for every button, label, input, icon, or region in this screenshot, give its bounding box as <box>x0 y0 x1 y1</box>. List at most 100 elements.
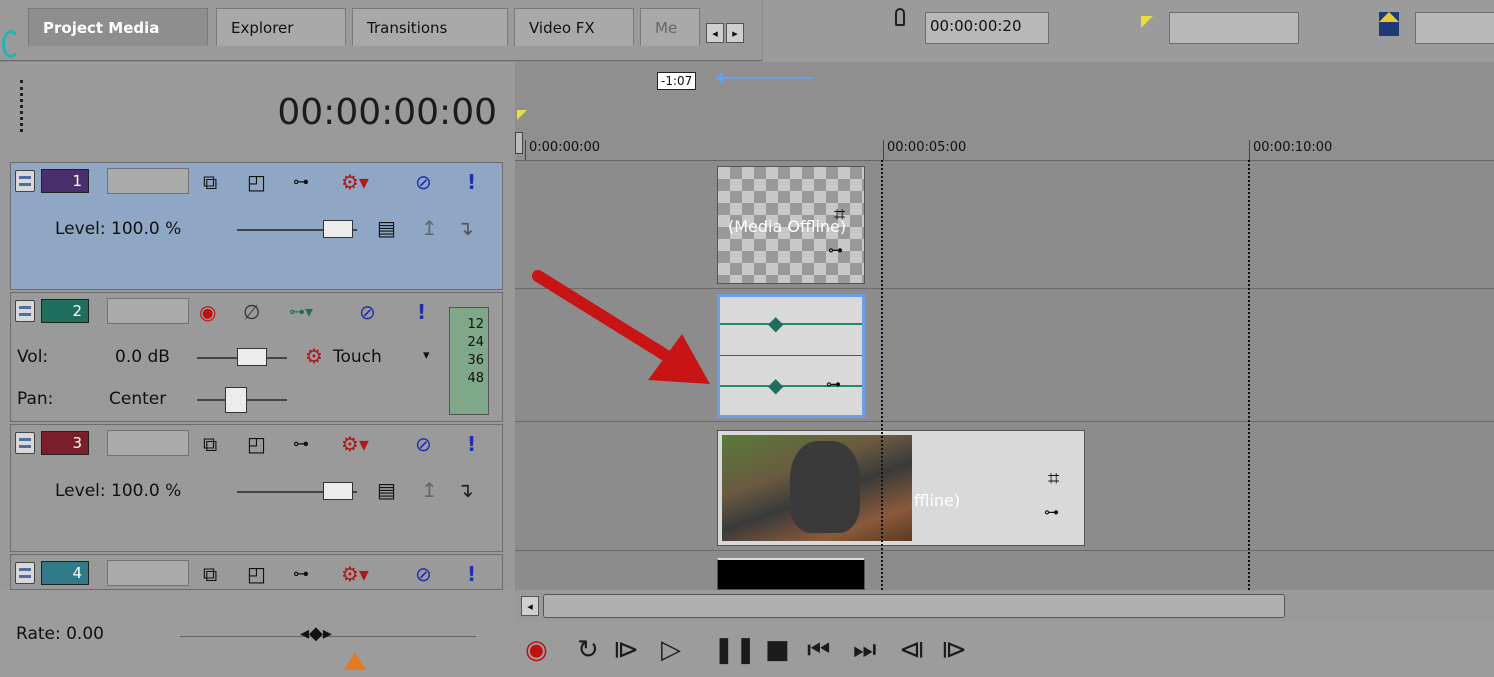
automation-gear-icon[interactable]: ⚙ <box>305 345 323 367</box>
dock-grip-icon[interactable] <box>2 30 20 58</box>
timecode-display: 00:00:00:00 <box>277 92 497 133</box>
next-frame-icon[interactable]: ⧐ <box>941 636 967 664</box>
go-to-end-icon[interactable]: ⏭ <box>853 636 876 664</box>
previous-frame-icon[interactable]: ⧏ <box>899 636 925 664</box>
go-to-start-icon[interactable]: ⏮ <box>807 636 830 664</box>
solo-icon[interactable]: ! <box>467 433 476 455</box>
solo-icon[interactable]: ! <box>417 301 426 323</box>
timeline-hscroll[interactable]: ◂ <box>515 590 1494 622</box>
black-video-clip[interactable] <box>717 558 865 590</box>
scroll-thumb[interactable] <box>543 594 1285 618</box>
automation-mode[interactable]: Touch <box>333 347 382 367</box>
rate-handle-icon[interactable] <box>344 652 366 670</box>
event-fx-icon[interactable]: ⊶ <box>828 239 843 261</box>
time-marker-label: -1:07 <box>657 72 697 90</box>
scroll-left-button[interactable]: ◂ <box>521 596 539 616</box>
record-icon[interactable]: ◉ <box>525 636 548 664</box>
meter-tick-label: 48 <box>467 371 484 386</box>
pan-value: Center <box>109 389 167 409</box>
event-fx-icon[interactable]: ⊶ <box>826 373 841 395</box>
cursor-head-icon[interactable] <box>515 132 523 154</box>
compositing-mode-icon[interactable]: ▤ <box>377 217 396 239</box>
track-1-header[interactable]: 1 ⧉ ◰ ⊶ ⚙▾ ⊘ ! Level: 100.0 % ▤ ↥ ↴ <box>10 162 503 290</box>
track-motion-icon[interactable]: ◰ <box>247 563 266 585</box>
lane-track-4[interactable] <box>515 551 1494 590</box>
compositing-gear-icon[interactable]: ⚙▾ <box>341 433 369 455</box>
track-fx-icon[interactable]: ⊶ <box>293 433 309 455</box>
vol-knob[interactable] <box>237 348 267 366</box>
meter-tick-label: 12 <box>467 317 484 332</box>
stop-icon[interactable]: ■ <box>765 636 790 664</box>
track-1-name-field[interactable] <box>107 168 189 194</box>
compositing-mode-icon[interactable]: ▤ <box>377 479 396 501</box>
bypass-motion-blur-icon[interactable]: ⧉ <box>203 433 217 455</box>
transport-bar: ◉ ↻ ⧐ ▷ ❚❚ ■ ⏮ ⏭ ⧏ ⧐ <box>515 622 1494 677</box>
mute-icon[interactable]: ⊘ <box>415 433 432 455</box>
track-4-name-field[interactable] <box>107 560 189 586</box>
tab-project-media[interactable]: Project Media <box>28 8 208 46</box>
track-1-level-knob[interactable] <box>323 220 353 238</box>
rate-scrub-icon[interactable]: ◂◆▸ <box>300 623 332 645</box>
track-3-expand-button[interactable] <box>15 432 35 454</box>
tab-transitions[interactable]: Transitions <box>352 8 508 46</box>
mute-icon[interactable]: ⊘ <box>359 301 376 323</box>
automation-dropdown-icon[interactable]: ▾ <box>423 345 430 367</box>
make-parent-icon[interactable]: ↥ <box>421 217 438 239</box>
tab-scroll-left-button[interactable]: ◂ <box>706 23 724 43</box>
play-icon[interactable]: ▷ <box>661 636 681 664</box>
audio-waveform-top <box>720 323 862 325</box>
event-pan-crop-icon[interactable]: ⌗ <box>1048 467 1059 489</box>
make-parent-icon[interactable]: ↥ <box>421 479 438 501</box>
track-2-expand-button[interactable] <box>15 300 35 322</box>
timeline-toolbar: 00:00:00:20 <box>763 0 1494 63</box>
bear-video-clip[interactable]: ffline) ⌗ ⊶ <box>717 430 1085 546</box>
mute-icon[interactable]: ⊘ <box>415 171 432 193</box>
offline-media-clip[interactable]: (Media Offline) ⌗ ⊶ <box>717 166 865 284</box>
pan-knob[interactable] <box>225 387 247 413</box>
compositing-gear-icon[interactable]: ⚙▾ <box>341 171 369 193</box>
track-fx-icon[interactable]: ⊶ <box>293 171 309 193</box>
track-motion-icon[interactable]: ◰ <box>247 433 266 455</box>
track-2-name-field[interactable] <box>107 298 189 324</box>
pause-icon[interactable]: ❚❚ <box>713 636 757 664</box>
marker-arrow-head-icon <box>715 72 723 84</box>
meter-tick-label: 24 <box>467 335 484 350</box>
media-offline-partial-label: ffline) <box>914 491 961 510</box>
arm-record-icon[interactable]: ◉ <box>199 301 216 323</box>
drag-handle-icon[interactable] <box>20 80 27 132</box>
solo-icon[interactable]: ! <box>467 563 476 585</box>
bypass-motion-blur-icon[interactable]: ⧉ <box>203 171 217 193</box>
track-3-name-field[interactable] <box>107 430 189 456</box>
track-4-expand-button[interactable] <box>15 562 35 584</box>
event-fx-icon[interactable]: ⊶ <box>1044 501 1059 523</box>
make-child-icon[interactable]: ↴ <box>457 217 474 239</box>
play-from-start-icon[interactable]: ⧐ <box>613 636 639 664</box>
loop-length-field[interactable] <box>1415 12 1494 44</box>
solo-icon[interactable]: ! <box>467 171 476 193</box>
marker-arrow-icon <box>717 77 813 79</box>
track-1-expand-button[interactable] <box>15 170 35 192</box>
loop-start-field[interactable] <box>1169 12 1299 44</box>
tab-video-fx[interactable]: Video FX <box>514 8 634 46</box>
track-motion-icon[interactable]: ◰ <box>247 171 266 193</box>
track-2-header[interactable]: 2 ◉ ∅ ⊶▾ ⊘ ! 12 24 36 48 Vol: 0.0 dB ⚙ T… <box>10 292 503 422</box>
cursor-time-field[interactable]: 00:00:00:20 <box>925 12 1049 44</box>
mute-icon[interactable]: ⊘ <box>415 563 432 585</box>
loop-playback-icon[interactable]: ↻ <box>577 636 599 664</box>
tab-explorer[interactable]: Explorer <box>216 8 346 46</box>
selected-audio-clip[interactable]: ◆ ◆ ⊶ <box>717 294 865 418</box>
tab-media-generators[interactable]: Me <box>640 8 700 46</box>
track-fx-icon[interactable]: ⊶ <box>293 563 309 585</box>
bypass-motion-blur-icon[interactable]: ⧉ <box>203 563 217 585</box>
invert-phase-icon[interactable]: ∅ <box>243 301 260 323</box>
track-3-level-knob[interactable] <box>323 482 353 500</box>
track-3-header[interactable]: 3 ⧉ ◰ ⊶ ⚙▾ ⊘ ! Level: 100.0 % ▤ ↥ ↴ <box>10 424 503 552</box>
track-4-header[interactable]: 4 ⧉ ◰ ⊶ ⚙▾ ⊘ ! <box>10 554 503 590</box>
timeline-ruler[interactable]: -1:07 0:00:00:00 00:00:05:00 00:00:10:00 <box>515 62 1494 161</box>
event-pan-crop-icon[interactable]: ⌗ <box>834 203 845 225</box>
tab-scroll-right-button[interactable]: ▸ <box>726 23 744 43</box>
make-child-icon[interactable]: ↴ <box>457 479 474 501</box>
compositing-gear-icon[interactable]: ⚙▾ <box>341 563 369 585</box>
audio-fx-icon[interactable]: ⊶▾ <box>289 301 313 323</box>
pan-label: Pan: <box>17 389 54 409</box>
